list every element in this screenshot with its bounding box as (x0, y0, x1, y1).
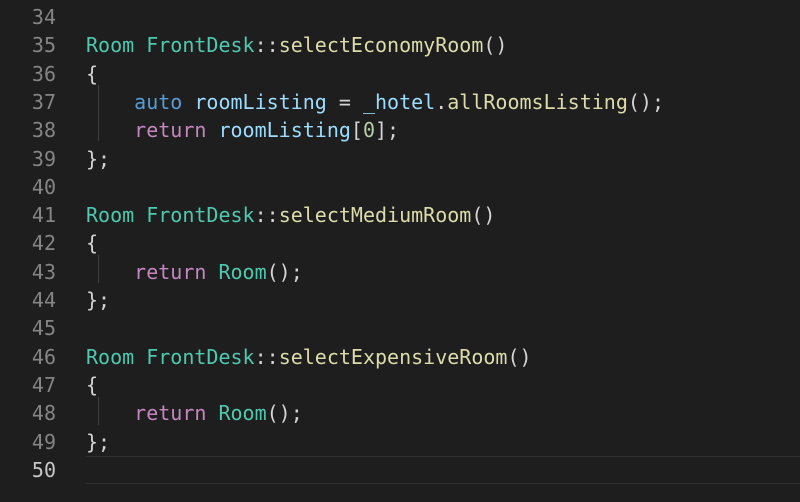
code-token: selectExpensiveRoom (278, 344, 508, 369)
code-text[interactable]: Room FrontDesk::selectEconomyRoom() (86, 31, 507, 59)
line-number: 50 (31, 457, 56, 482)
code-line[interactable]: 40 (0, 173, 800, 201)
code-token: }; (86, 429, 111, 454)
code-text[interactable]: auto roomListing = _hotel.allRoomsListin… (86, 88, 664, 116)
code-line[interactable]: 34 (0, 3, 800, 31)
code-token: _hotel (362, 89, 436, 114)
code-token: ]; (375, 118, 400, 143)
code-token: FrontDesk (146, 344, 255, 369)
code-line[interactable]: 44}; (0, 286, 800, 314)
code-token: (); (266, 401, 303, 426)
code-text[interactable]: { (86, 229, 98, 257)
code-text[interactable]: Room FrontDesk::selectMediumRoom() (86, 201, 495, 229)
line-number: 34 (31, 5, 56, 29)
code-line[interactable]: 37 auto roomListing = _hotel.allRoomsLis… (0, 88, 800, 116)
code-text[interactable]: }; (86, 286, 110, 314)
code-line[interactable]: 39}; (0, 145, 800, 173)
current-line-highlight (86, 455, 800, 485)
code-token: selectEconomyRoom (278, 33, 484, 58)
line-number: 42 (31, 231, 56, 256)
code-token: () (483, 33, 508, 58)
code-token: = (326, 89, 363, 114)
line-number: 45 (31, 316, 56, 341)
code-token: Room (218, 259, 267, 284)
code-line[interactable]: 45 (0, 314, 800, 342)
code-token: allRoomsListing (447, 89, 628, 114)
code-line[interactable]: 48 return Room(); (0, 399, 800, 427)
code-token: :: (254, 344, 279, 369)
line-number: 36 (31, 61, 56, 86)
code-token: }; (86, 146, 111, 171)
code-text[interactable]: { (86, 371, 98, 399)
line-number: 46 (31, 344, 56, 369)
code-line[interactable]: 36 { (0, 60, 800, 88)
line-number: 37 (31, 89, 56, 114)
code-token: [ (350, 118, 363, 143)
code-text[interactable]: return roomListing[0]; (86, 116, 399, 144)
code-token: Room (86, 203, 135, 228)
code-token: () (471, 203, 496, 228)
code-token: 0 (362, 118, 376, 143)
line-number: 39 (31, 146, 56, 171)
code-text[interactable]: }; (86, 145, 110, 173)
code-line[interactable]: 49}; (0, 428, 800, 456)
code-token: { (86, 231, 99, 256)
code-token: { (86, 61, 99, 86)
code-text[interactable]: { (86, 60, 98, 88)
code-token: :: (254, 33, 279, 58)
code-token: roomListing (218, 118, 351, 143)
code-token: return (134, 118, 207, 143)
current-code-line[interactable]: 50 (0, 455, 800, 485)
code-token: () (507, 344, 532, 369)
code-token: selectMediumRoom (278, 203, 472, 228)
code-token: }; (86, 288, 111, 312)
code-line[interactable]: 42 { (0, 229, 800, 257)
code-token: { (86, 372, 99, 397)
code-token: Room (86, 33, 135, 58)
code-text[interactable]: }; (86, 428, 110, 456)
code-token: auto (134, 89, 183, 114)
code-line[interactable]: 35 Room FrontDesk::selectEconomyRoom() (0, 31, 800, 59)
code-line[interactable]: 47 { (0, 371, 800, 399)
code-line[interactable]: 38 return roomListing[0]; (0, 116, 800, 144)
code-editor[interactable]: 34 35 Room FrontDesk::selectEconomyRoom() 3… (0, 0, 800, 502)
line-number: 43 (31, 259, 56, 284)
code-token: (); (266, 259, 303, 284)
code-token: Room (86, 344, 135, 369)
code-token: return (134, 259, 207, 284)
code-line[interactable]: 46 Room FrontDesk::selectExpensiveRoom() (0, 343, 800, 371)
line-number: 47 (31, 372, 56, 397)
code-token: :: (254, 203, 279, 228)
line-number: 35 (31, 33, 56, 58)
code-line[interactable]: 41 Room FrontDesk::selectMediumRoom() (0, 201, 800, 229)
code-text[interactable]: Room FrontDesk::selectExpensiveRoom() (86, 343, 532, 371)
code-token: . (435, 89, 448, 114)
line-number: 41 (31, 203, 56, 228)
line-number: 49 (31, 429, 56, 454)
code-token: (); (627, 89, 665, 114)
code-token: FrontDesk (146, 33, 255, 58)
code-text[interactable]: return Room(); (86, 399, 303, 427)
code-token: Room (218, 401, 267, 426)
code-text[interactable]: return Room(); (86, 258, 303, 286)
code-token: return (134, 401, 207, 426)
code-token: FrontDesk (146, 203, 255, 228)
code-line[interactable]: 43 return Room(); (0, 258, 800, 286)
line-number: 44 (31, 288, 56, 312)
line-number: 38 (31, 118, 56, 143)
line-number: 48 (31, 401, 56, 426)
code-token: roomListing (194, 89, 327, 114)
line-number: 40 (31, 174, 56, 199)
